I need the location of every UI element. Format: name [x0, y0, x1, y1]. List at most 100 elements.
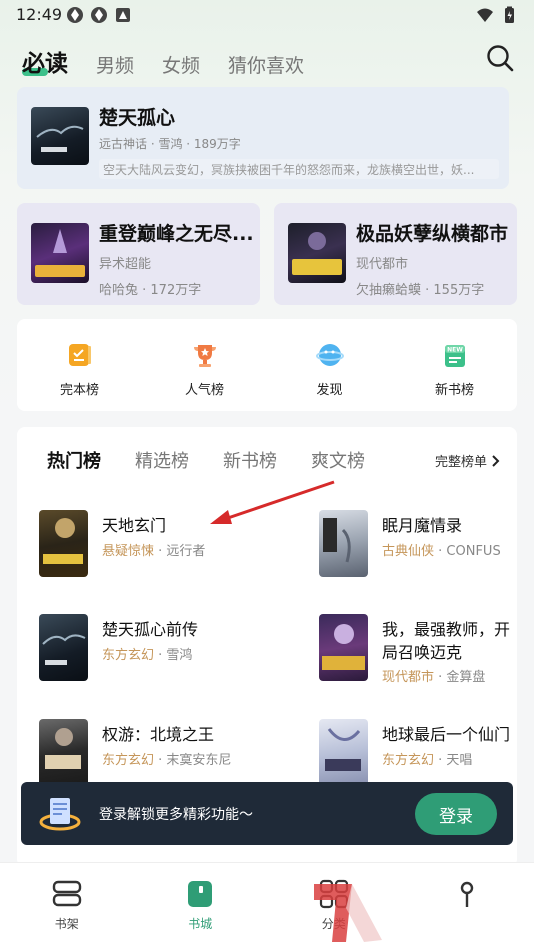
book-genre: 东方玄幻	[382, 753, 435, 768]
book-genre: 古典仙侠	[382, 544, 435, 559]
watermark-logo	[314, 884, 382, 942]
cover-art-icon	[45, 728, 81, 769]
quick-nav-label: 发现	[316, 383, 343, 398]
quick-nav-label: 人气榜	[184, 383, 224, 398]
book-cover	[319, 614, 368, 681]
quick-nav-label: 新书榜	[434, 383, 474, 398]
book-author: 末寞安东尼	[166, 753, 232, 768]
book-author: CONFUS	[446, 544, 501, 559]
book-title: 楚天孤心	[99, 107, 176, 129]
dot-separator: ·	[434, 670, 447, 685]
battery-icon	[505, 6, 514, 23]
chevron-right-icon	[492, 454, 500, 467]
book-genre: 悬疑惊悚	[102, 544, 155, 559]
book-title: 权游：北境之王	[102, 725, 215, 744]
list-item[interactable]: 地球最后一个仙门 东方玄幻 · 天唱	[319, 719, 517, 789]
cover-art-icon	[322, 624, 365, 670]
book-genre: 东方玄幻	[102, 648, 155, 663]
book-cover	[39, 510, 88, 577]
nav-profile[interactable]	[401, 863, 534, 950]
planet-icon	[315, 344, 344, 366]
tab-selected[interactable]: 精选榜	[135, 447, 189, 473]
nav-bookshelf[interactable]: 书架	[0, 863, 134, 950]
nav-label: 书城	[188, 917, 213, 931]
cover-art-icon	[36, 125, 84, 152]
status-notification-icons	[66, 6, 132, 24]
book-meta: 现代都市 · 金算盘	[382, 666, 485, 685]
list-item[interactable]: 眠月魔情录 古典仙侠 · CONFUS	[319, 510, 517, 580]
bottom-nav: 书架 书城 分类	[0, 862, 534, 950]
book-title: 楚天孤心前传	[102, 620, 199, 639]
full-ranking-link[interactable]: 完整榜单	[435, 451, 501, 470]
book-meta: 哈哈兔 · 172万字	[99, 283, 202, 298]
dot-separator: ·	[154, 753, 167, 768]
top-tabs: 必读 男频 女频 猜你喜欢	[22, 44, 332, 78]
book-title: 天地玄门	[102, 516, 167, 535]
profile-icon	[461, 881, 474, 907]
notification-icon	[67, 7, 83, 23]
cover-art-icon	[35, 229, 85, 277]
new-book-icon: NEW	[444, 345, 465, 367]
tab-new[interactable]: 新书榜	[223, 447, 277, 473]
book-card[interactable]: 重登巅峰之无尽... 异术超能 哈哈兔 · 172万字	[17, 203, 260, 305]
cover-art-icon	[43, 518, 83, 564]
book-title-line2: 局召唤迈克	[382, 643, 463, 662]
login-button[interactable]: 登录	[415, 793, 497, 835]
book-title: 地球最后一个仙门	[382, 725, 511, 744]
book-cover	[319, 719, 368, 786]
cover-art-icon	[42, 634, 86, 665]
bookstore-icon	[188, 881, 213, 907]
dot-separator: ·	[154, 544, 167, 559]
book-cover	[31, 107, 89, 165]
tab-must-read[interactable]: 必读	[22, 44, 68, 78]
dot-separator: ·	[434, 544, 447, 559]
quick-nav: 完本榜 人气榜 发现 NEW 新书榜	[17, 319, 517, 411]
wifi-icon	[477, 8, 493, 22]
quick-nav-label: 完本榜	[59, 383, 99, 398]
app-notification-icon	[116, 8, 130, 22]
book-genre: 现代都市	[356, 257, 409, 272]
book-card[interactable]: 极品妖孽纵横都市 现代都市 欠抽癞蛤蟆 · 155万字	[274, 203, 517, 305]
quick-nav-popular[interactable]: 人气榜	[142, 319, 267, 411]
nav-bookstore[interactable]: 书城	[134, 863, 268, 950]
unlock-feature-icon	[39, 798, 81, 831]
list-item[interactable]: 权游：北境之王 东方玄幻 · 末寞安东尼	[39, 719, 269, 789]
book-meta: 东方玄幻 · 末寞安东尼	[102, 749, 231, 768]
notification-icon	[91, 7, 107, 23]
book-author: 金算盘	[446, 670, 486, 685]
book-description: 空天大陆风云变幻，冥族挟被困千年的怒怨而来，龙族横空出世，妖...	[99, 159, 499, 179]
book-genre: 异术超能	[99, 257, 152, 272]
status-right-icons	[476, 6, 518, 24]
book-cover	[31, 223, 89, 283]
book-author: 雪鸿	[166, 648, 193, 663]
book-title: 重登巅峰之无尽...	[99, 223, 254, 245]
search-icon[interactable]	[486, 44, 514, 72]
dot-separator: ·	[434, 753, 447, 768]
tab-recommend[interactable]: 猜你喜欢	[228, 51, 304, 78]
quick-nav-finished[interactable]: 完本榜	[17, 319, 142, 411]
quick-nav-discover[interactable]: 发现	[267, 319, 392, 411]
book-title: 眠月魔情录	[382, 516, 463, 535]
book-cover	[39, 719, 88, 786]
book-meta: 东方玄幻 · 天唱	[382, 749, 472, 768]
tab-hot[interactable]: 热门榜	[43, 447, 101, 473]
trophy-icon	[193, 345, 216, 367]
book-cover	[288, 223, 346, 283]
featured-book-card[interactable]: 楚天孤心 远古神话 · 雪鸿 · 189万字 空天大陆风云变幻，冥族挟被困千年的…	[17, 87, 509, 189]
finished-list-icon	[68, 344, 91, 366]
book-cover	[39, 614, 88, 681]
tab-male[interactable]: 男频	[96, 51, 134, 78]
tab-female[interactable]: 女频	[162, 51, 200, 78]
book-meta: 欠抽癞蛤蟆 · 155万字	[356, 283, 485, 298]
svg-text:NEW: NEW	[447, 347, 463, 354]
book-meta: 悬疑惊悚 · 远行者	[102, 540, 205, 559]
list-item[interactable]: 我，最强教师，开 局召唤迈克 现代都市 · 金算盘	[319, 614, 517, 685]
status-time: 12:49	[16, 5, 63, 24]
bookshelf-icon	[52, 880, 81, 907]
book-author: 天唱	[446, 753, 473, 768]
book-genre: 东方玄幻	[102, 753, 155, 768]
list-item[interactable]: 楚天孤心前传 东方玄幻 · 雪鸿	[39, 614, 269, 684]
cover-art-icon	[292, 232, 342, 275]
tab-thrill[interactable]: 爽文榜	[311, 447, 365, 473]
quick-nav-new[interactable]: NEW 新书榜	[392, 319, 517, 411]
